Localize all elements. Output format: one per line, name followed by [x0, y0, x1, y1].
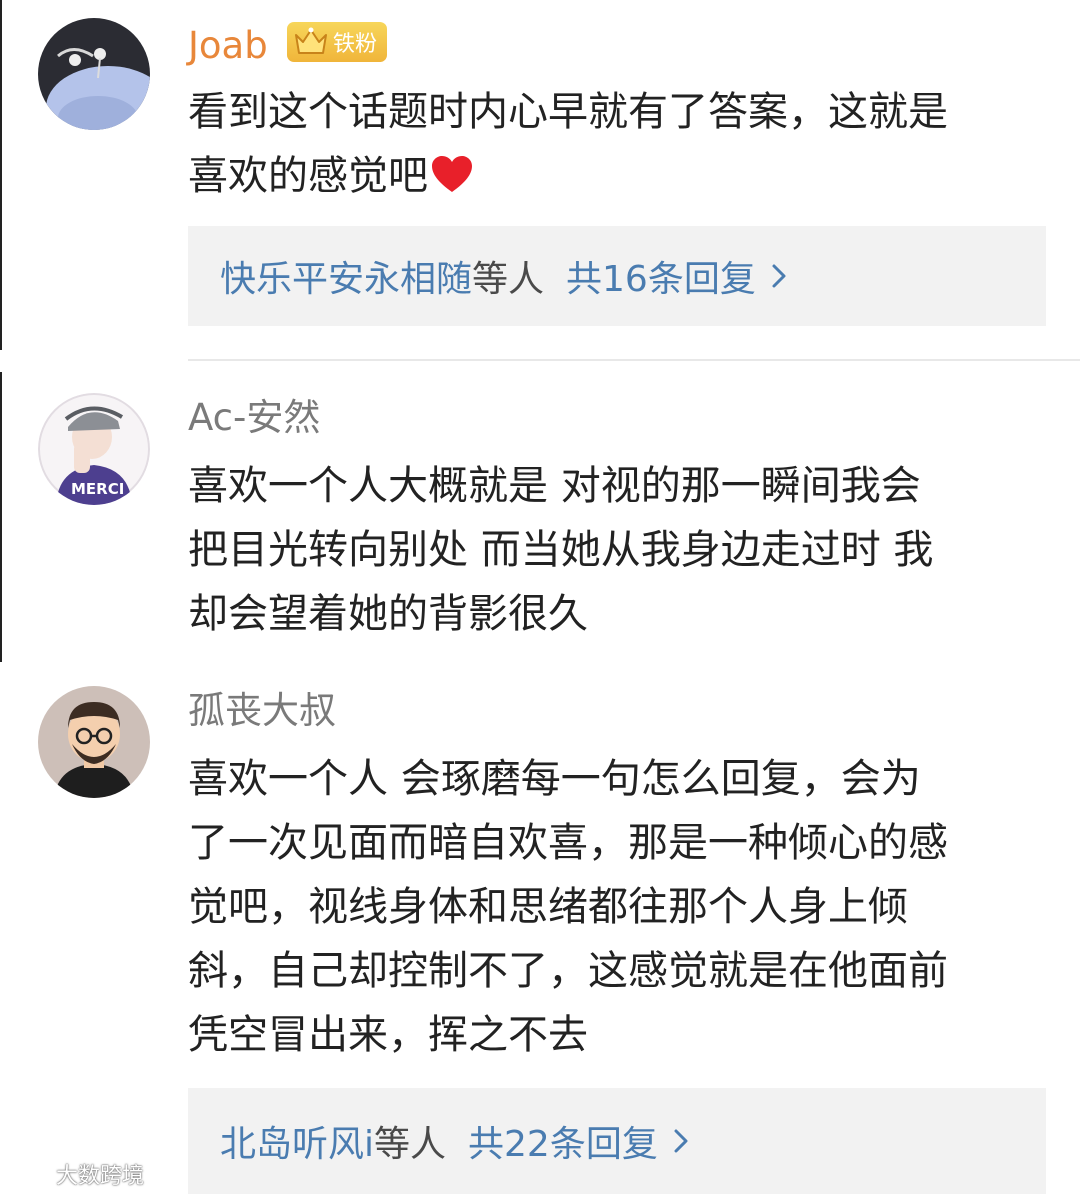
comment-line: 看到这个话题时内心早就有了答案，这就是 — [188, 89, 948, 135]
comment-text: 看到这个话题时内心早就有了答案，这就是 喜欢的感觉吧 — [188, 80, 1058, 208]
shirt-text: MERCI — [71, 480, 124, 498]
comment-line: 了一次见面而暗自欢喜，那是一种倾心的感 — [188, 820, 948, 866]
reply-preview-button[interactable]: 快乐平安永相随 等人 共16条回复 — [188, 226, 1046, 326]
reply-count: 共16条回复 — [566, 259, 756, 300]
avatar[interactable]: MERCI — [38, 393, 150, 505]
badge-label: 铁粉 — [333, 32, 378, 57]
watermark-text: 大数跨境 — [56, 1164, 145, 1189]
chevron-right-icon — [772, 264, 786, 288]
avatar[interactable] — [38, 18, 150, 130]
comment-line: 喜欢一个人 会琢磨每一句怎么回复，会为 — [188, 756, 921, 802]
watermark: 大数跨境 — [10, 1158, 144, 1190]
comment-line: 却会望着她的背影很久 — [188, 591, 588, 637]
heart-icon — [432, 156, 472, 192]
reply-user-names: 快乐平安永相随 — [220, 259, 473, 300]
reply-preview-button[interactable]: 北岛听风i 等人 共22条回复 — [188, 1088, 1046, 1194]
avatar[interactable] — [38, 686, 150, 798]
reply-user-names: 北岛听风i — [220, 1124, 375, 1165]
comment-line: 喜欢一个人大概就是 对视的那一瞬间我会 — [188, 463, 921, 509]
left-edge-line — [0, 372, 2, 662]
comment-line: 把目光转向别处 而当她从我身边走过时 我 — [188, 527, 934, 573]
username[interactable]: 孤丧大叔 — [188, 689, 336, 733]
fan-badge: 铁粉 — [287, 22, 388, 62]
reply-suffix: 等人 — [374, 1124, 447, 1165]
comment-line: 喜欢的感觉吧 — [188, 153, 428, 199]
reply-suffix: 等人 — [472, 259, 545, 300]
comment-text: 喜欢一个人 会琢磨每一句怎么回复，会为 了一次见面而暗自欢喜，那是一种倾心的感 … — [188, 747, 1058, 1067]
username[interactable]: Ac-安然 — [188, 396, 320, 440]
reply-count: 共22条回复 — [468, 1124, 658, 1165]
left-edge-line — [0, 0, 2, 350]
username[interactable]: Joab — [188, 24, 268, 68]
comment-text: 喜欢一个人大概就是 对视的那一瞬间我会 把目光转向别处 而当她从我身边走过时 我… — [188, 454, 1058, 646]
comment-line: 凭空冒出来，挥之不去 — [188, 1012, 588, 1058]
comment-line: 觉吧，视线身体和思绪都往那个人身上倾 — [188, 884, 908, 930]
crown-icon — [295, 27, 327, 54]
comment-line: 斜，自己却控制不了，这感觉就是在他面前 — [188, 948, 948, 994]
chevron-right-icon — [674, 1129, 688, 1153]
watermark-logo-icon — [10, 1162, 52, 1185]
divider — [188, 359, 1080, 361]
